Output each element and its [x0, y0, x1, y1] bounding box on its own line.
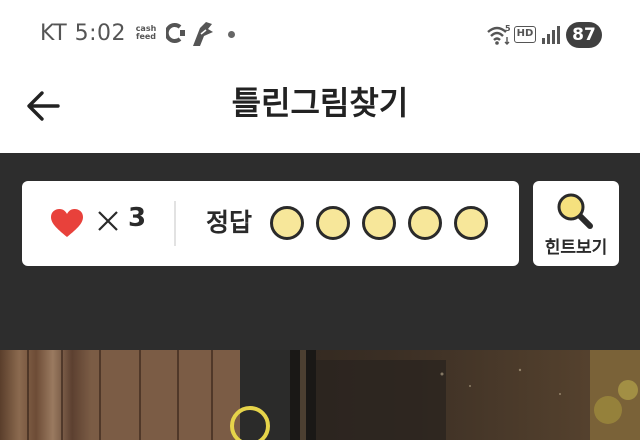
- status-bar: KT 5:02 cash feed 5 HD 87: [0, 0, 640, 70]
- divider: [174, 201, 176, 246]
- hint-button[interactable]: 힌트보기: [533, 181, 619, 266]
- battery-indicator: 87: [566, 22, 602, 48]
- notification-dot-icon: [228, 31, 235, 38]
- c-app-icon: [166, 23, 185, 43]
- answer-slot: [270, 206, 304, 240]
- app-bar: 틀린그림찾기: [0, 70, 640, 153]
- answer-label: 정답: [206, 208, 253, 237]
- lives-count: 3: [128, 203, 147, 233]
- signal-icon: [542, 26, 560, 44]
- wifi-icon: 5: [487, 24, 511, 45]
- game-info-card: 3 정답: [22, 181, 519, 266]
- puzzle-image[interactable]: [0, 350, 640, 440]
- answer-slot: [316, 206, 350, 240]
- cashfeed-bottom-text: feed: [135, 32, 157, 41]
- puzzle-photo: [0, 350, 640, 440]
- cashfeed-icon: cash feed: [133, 25, 159, 41]
- carrier-time: KT 5:02: [40, 21, 127, 46]
- hint-label: 힌트보기: [544, 238, 608, 258]
- times-icon: [98, 211, 118, 231]
- network-type: 5: [505, 24, 511, 33]
- heart-icon: [51, 209, 83, 237]
- magnifier-icon: [557, 193, 593, 229]
- hd-badge: HD: [514, 26, 536, 43]
- bird-app-icon: [193, 22, 213, 46]
- page-title: 틀린그림찾기: [231, 84, 409, 122]
- answer-slot: [362, 206, 396, 240]
- answer-slot: [408, 206, 442, 240]
- answer-slot: [454, 206, 488, 240]
